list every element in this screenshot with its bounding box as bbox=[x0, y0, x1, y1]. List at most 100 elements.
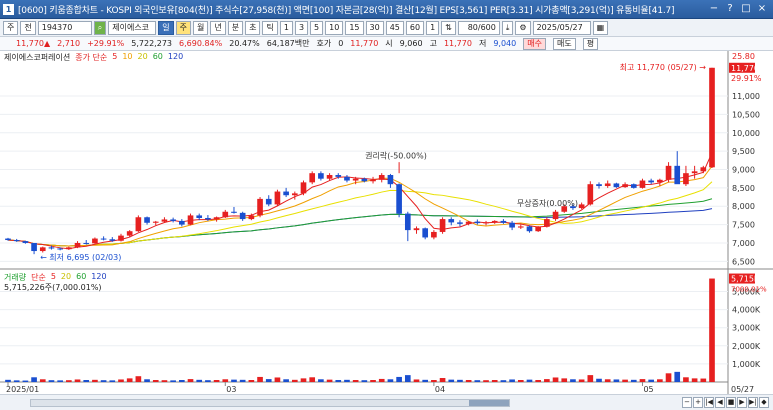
settings-icon[interactable]: ⚙ bbox=[515, 20, 531, 35]
prev-icon[interactable]: ◀ bbox=[715, 397, 725, 408]
average-button[interactable]: 평 bbox=[582, 37, 599, 50]
volume-bar bbox=[570, 379, 576, 382]
count-spinner-icon[interactable]: ⇅ bbox=[441, 20, 456, 35]
period-dropdown[interactable]: 전 bbox=[20, 20, 36, 35]
volume: 5,722,273 bbox=[131, 39, 172, 48]
search-icon[interactable]: ⌕ bbox=[93, 20, 107, 35]
candle-body bbox=[239, 212, 246, 220]
date-input[interactable]: 2025/05/27 bbox=[532, 20, 591, 35]
ex-rights-annotation: 권리락(-50.00%) bbox=[365, 150, 427, 160]
volume-bar bbox=[552, 377, 559, 382]
count-input[interactable]: 80/600 bbox=[457, 20, 500, 35]
tab-minute[interactable]: 분 bbox=[227, 20, 244, 35]
minimize-icon[interactable]: − bbox=[707, 2, 721, 16]
price-tick-label: 8,500 bbox=[732, 184, 755, 193]
high-price: 11,770 bbox=[443, 39, 472, 48]
interval-button[interactable]: 45 bbox=[385, 20, 404, 35]
mode-day-button[interactable]: 일 bbox=[158, 20, 174, 35]
candle-body bbox=[526, 226, 533, 232]
tab-tick[interactable]: 틱 bbox=[262, 20, 278, 35]
close-icon[interactable]: × bbox=[755, 2, 769, 16]
candle-body bbox=[657, 179, 663, 183]
volume-bar bbox=[709, 278, 715, 382]
last-icon[interactable]: ▶| bbox=[748, 397, 758, 408]
scrollbar[interactable]: − + |◀ ◀ ■ ▶ ▶| ◆ bbox=[0, 394, 773, 410]
volume-bar bbox=[387, 379, 394, 382]
volume-bar bbox=[109, 380, 116, 382]
volume-bar bbox=[187, 379, 194, 382]
interval-button[interactable]: 3 bbox=[294, 20, 309, 35]
help-icon[interactable]: ? bbox=[723, 2, 737, 16]
price-tick-label: 9,000 bbox=[732, 166, 755, 175]
volume-bar bbox=[517, 380, 524, 382]
tab-year[interactable]: 년 bbox=[210, 20, 226, 35]
count-prefix[interactable]: 1 bbox=[426, 20, 440, 35]
zoom-in-icon[interactable]: + bbox=[693, 397, 703, 408]
menu-dropdown[interactable]: 주 bbox=[3, 20, 19, 35]
toolbar: 주 전 194370 ⌕ 제이에스코 일 주 월 년 분 초 틱 1 3 5 1… bbox=[0, 19, 773, 37]
volume-bar bbox=[135, 376, 142, 382]
low-annotation: ← 최저 6,695 (02/03) bbox=[40, 252, 121, 262]
current-price: 11,770▲ bbox=[16, 39, 51, 48]
tab-month[interactable]: 월 bbox=[192, 20, 209, 35]
candle-body bbox=[683, 173, 689, 185]
volume-bar bbox=[309, 377, 316, 382]
candle-body bbox=[596, 184, 602, 187]
interval-button[interactable]: 60 bbox=[405, 20, 425, 35]
volume-bar bbox=[665, 373, 672, 382]
interval-button[interactable]: 5 bbox=[310, 20, 324, 35]
candle-body bbox=[205, 217, 211, 220]
low-price: 9,040 bbox=[493, 39, 517, 48]
volume-bar bbox=[657, 379, 663, 382]
volume-bar bbox=[413, 379, 420, 382]
volume-bar bbox=[57, 380, 63, 382]
scroll-track[interactable] bbox=[30, 399, 510, 407]
volume-bar bbox=[196, 379, 203, 382]
x-tick-label: 04 bbox=[435, 385, 445, 394]
hoga-label: 호가 bbox=[316, 39, 332, 48]
tab-second[interactable]: 초 bbox=[245, 20, 261, 35]
volume-bar bbox=[483, 380, 489, 382]
stock-name-field[interactable]: 제이에스코 bbox=[108, 20, 157, 35]
volume-bar bbox=[396, 376, 402, 382]
volume-bar bbox=[231, 379, 237, 382]
candle-body bbox=[83, 242, 90, 244]
buy-button[interactable]: 매수 bbox=[523, 37, 546, 50]
zoom-out-icon[interactable]: − bbox=[682, 397, 692, 408]
candle-body bbox=[630, 184, 637, 188]
candle-body bbox=[92, 238, 98, 244]
stop-icon[interactable]: ■ bbox=[726, 397, 736, 408]
candle-body bbox=[361, 178, 368, 182]
hoga-price: 11,770 bbox=[350, 39, 379, 48]
volume-bar bbox=[378, 378, 385, 382]
volume-bar bbox=[335, 380, 342, 382]
next-icon[interactable]: ▶ bbox=[737, 397, 747, 408]
price-volume-chart[interactable]: 11,000 10,500 10,000 9,500 9,000 8,500 8,000 7,… bbox=[0, 51, 773, 394]
interval-button[interactable]: 15 bbox=[345, 20, 364, 35]
candle-body bbox=[422, 228, 429, 238]
up-arrow-icon: ▲ bbox=[44, 39, 51, 48]
volume-bar bbox=[439, 378, 446, 382]
volume-bar bbox=[370, 380, 376, 382]
interval-button[interactable]: 1 bbox=[279, 20, 293, 35]
maximize-icon[interactable]: □ bbox=[739, 2, 753, 16]
stock-name-label: 제이에스코퍼레이션 bbox=[4, 53, 71, 62]
interval-button[interactable]: 30 bbox=[365, 20, 384, 35]
sell-button[interactable]: 매도 bbox=[552, 37, 576, 50]
scroll-thumb[interactable] bbox=[469, 400, 509, 406]
volume-bar bbox=[257, 376, 263, 382]
chart-icon[interactable]: ⤓ bbox=[501, 20, 514, 35]
tab-week[interactable]: 주 bbox=[175, 20, 191, 35]
candle-body bbox=[587, 184, 594, 205]
calendar-icon[interactable]: ▦ bbox=[592, 20, 609, 35]
stock-code-input[interactable]: 194370 bbox=[37, 20, 92, 35]
interval-button[interactable]: 10 bbox=[325, 20, 344, 35]
zoom-slider-icon[interactable]: ◆ bbox=[759, 397, 769, 408]
price-tick-label: 11,000 bbox=[732, 92, 760, 101]
candle-body bbox=[396, 184, 402, 214]
first-icon[interactable]: |◀ bbox=[704, 397, 714, 408]
open-price: 9,060 bbox=[399, 39, 423, 48]
volume-bar bbox=[161, 380, 168, 382]
volume-ratio: 6,690.84% bbox=[179, 39, 223, 48]
open-label: 시 bbox=[385, 39, 393, 48]
